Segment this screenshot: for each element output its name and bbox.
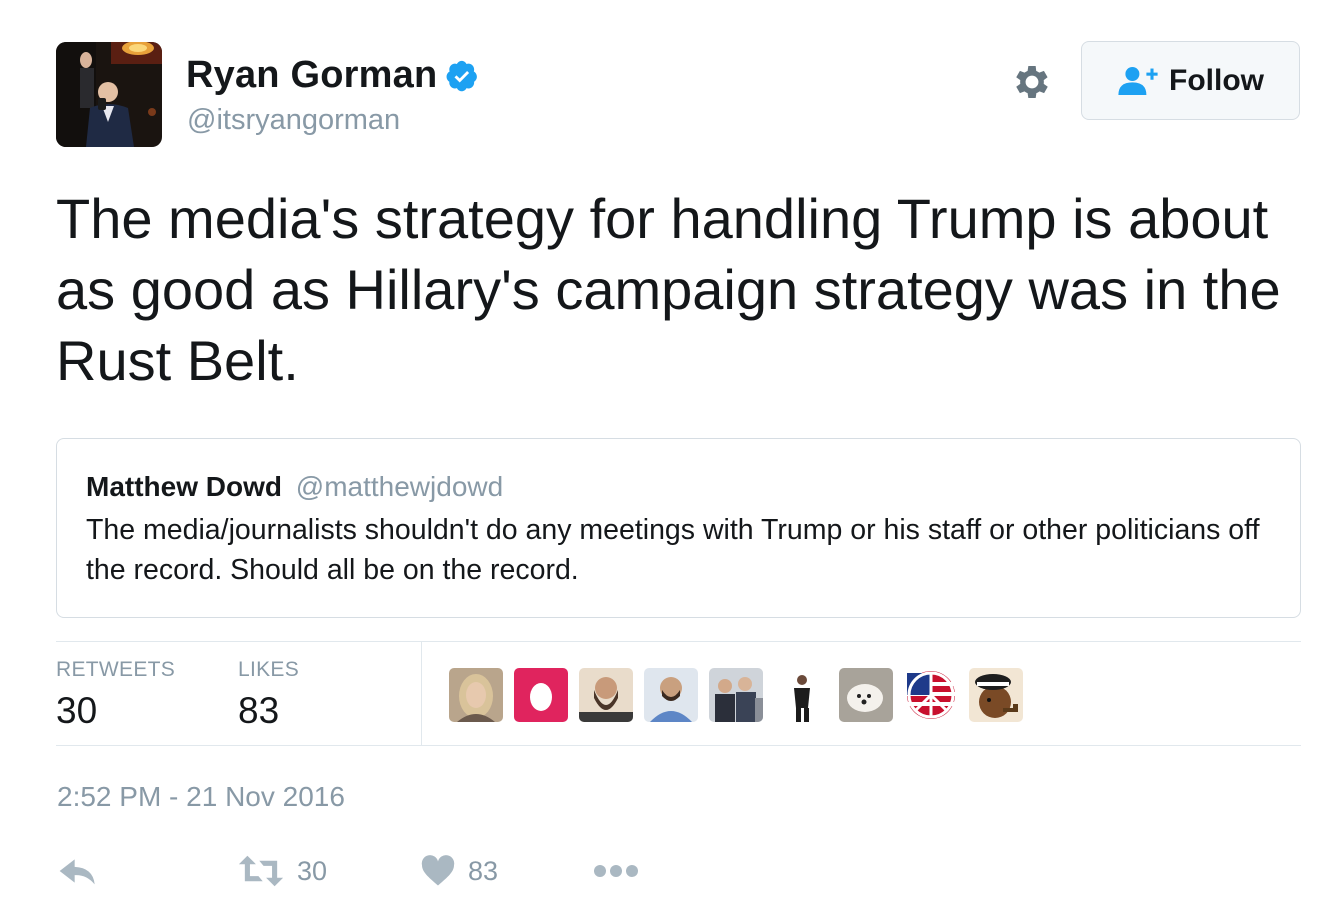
avatar-default-egg[interactable] [514, 668, 568, 722]
author-avatar[interactable] [56, 42, 162, 147]
likes-stat[interactable]: LIKES 83 [238, 658, 299, 732]
follow-button-label: Follow [1169, 63, 1264, 97]
retweet-count: 30 [297, 855, 328, 886]
avatar-man-standing[interactable] [774, 668, 828, 722]
gear-icon[interactable] [1010, 60, 1054, 104]
profile-photo [56, 42, 162, 147]
more-dots-icon [594, 865, 638, 877]
likers-avatars [449, 668, 1023, 722]
tweet-timestamp[interactable]: 2:52 PM - 21 Nov 2016 [57, 781, 345, 813]
follow-user-icon [1118, 66, 1158, 95]
verified-badge-icon [446, 60, 478, 91]
stats-divider [421, 642, 422, 746]
tweet-text: The media's strategy for handling Trump … [56, 187, 1281, 392]
retweet-icon [238, 855, 284, 887]
quoted-tweet-card[interactable]: Matthew Dowd @matthewjdowd The media/jou… [56, 438, 1301, 618]
likes-label: LIKES [238, 658, 300, 681]
author-handle[interactable]: @itsryangorman [187, 104, 400, 137]
avatar-woman-portrait[interactable] [449, 668, 503, 722]
quoted-author-name: Matthew Dowd [86, 471, 282, 502]
follow-button[interactable]: Follow [1081, 41, 1300, 120]
reply-button[interactable] [58, 846, 98, 896]
retweet-button[interactable]: 30 [237, 846, 327, 896]
retweets-value: 30 [56, 690, 98, 731]
retweets-stat[interactable]: RETWEETS 30 [56, 658, 175, 732]
like-button[interactable]: 83 [420, 846, 498, 896]
avatar-peace-sign-flag[interactable] [904, 668, 958, 722]
reply-icon [59, 859, 95, 885]
avatar-white-dog[interactable] [839, 668, 893, 722]
author-name-row: Ryan Gorman [186, 54, 479, 97]
avatar-dog-captain-hat[interactable] [969, 668, 1023, 722]
like-count: 83 [468, 855, 499, 886]
quoted-tweet-text: The media/journalists shouldn't do any m… [86, 514, 1260, 586]
author-display-name[interactable]: Ryan Gorman [186, 54, 437, 97]
avatar-man-blue-shirt[interactable] [644, 668, 698, 722]
likes-value: 83 [238, 690, 280, 731]
tweet-stats: RETWEETS 30 LIKES 83 [56, 641, 1301, 746]
avatar-group-photo[interactable] [709, 668, 763, 722]
quoted-author-handle: @matthewjdowd [295, 471, 504, 502]
avatar-bearded-man[interactable] [579, 668, 633, 722]
retweets-label: RETWEETS [56, 658, 176, 681]
more-button[interactable] [593, 846, 639, 896]
heart-icon [421, 855, 455, 886]
quoted-tweet-header: Matthew Dowd @matthewjdowd [86, 471, 503, 503]
